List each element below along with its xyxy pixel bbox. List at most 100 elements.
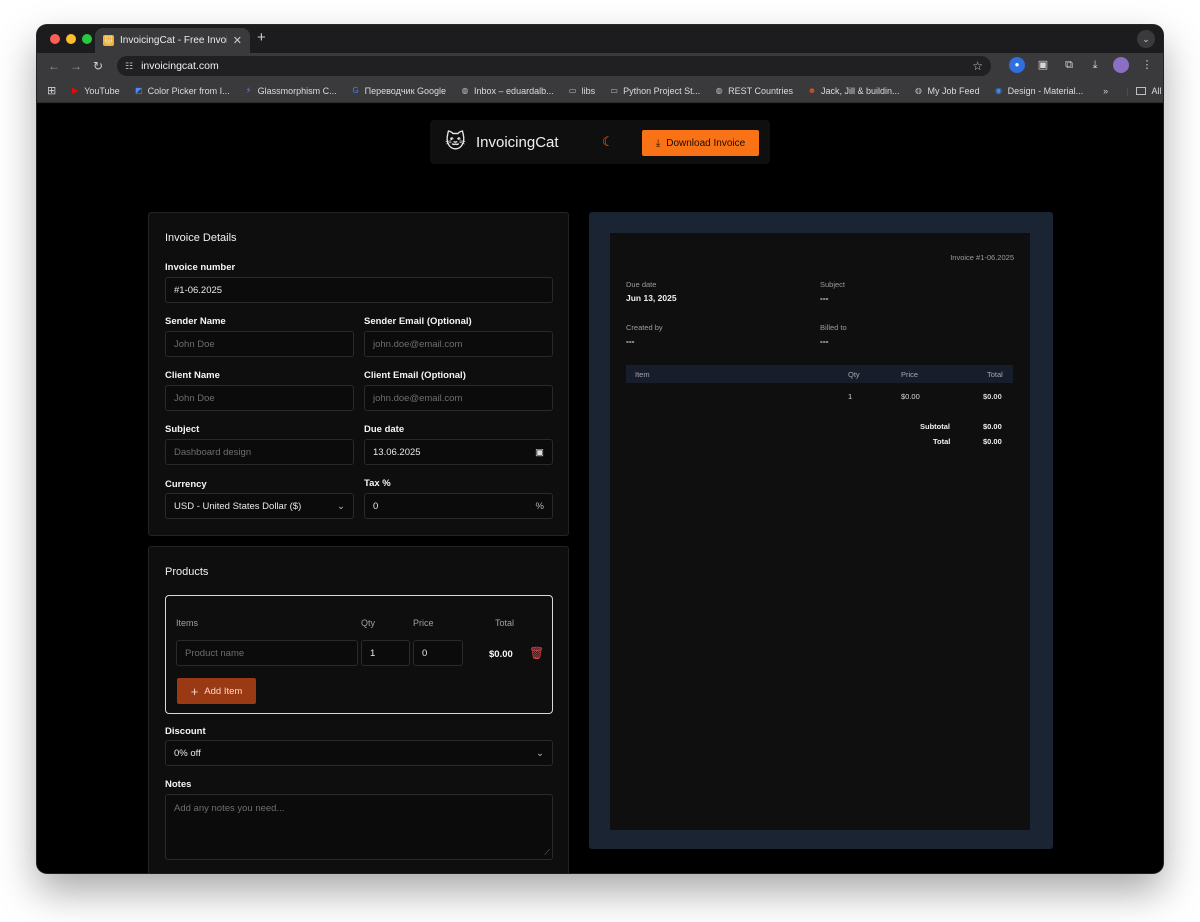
currency-label: Currency <box>165 479 207 490</box>
due-date-value: 13.06.2025 <box>373 446 421 458</box>
price-input[interactable]: 0 <box>413 640 463 666</box>
close-window-button[interactable] <box>50 34 60 44</box>
due-date-input[interactable]: 13.06.2025 ▣ <box>364 439 553 465</box>
all-bookmarks-button[interactable]: All Bookmarks <box>1136 86 1163 96</box>
subject-input[interactable]: Dashboard design <box>165 439 354 465</box>
preview-billed-to: --- <box>820 336 829 346</box>
tab-close-icon[interactable]: ✕ <box>233 34 242 47</box>
bookmark-item[interactable]: ◩ Color Picker from I... <box>134 86 230 96</box>
bookmark-item[interactable]: ⚡ Glassmorphism C... <box>244 86 337 96</box>
preview-billed-to-label: Billed to <box>820 323 847 332</box>
bookmark-item[interactable]: ▭ Python Project St... <box>609 86 700 96</box>
client-name-input[interactable]: John Doe <box>165 385 354 411</box>
theme-toggle-moon-icon[interactable]: ☾ <box>602 134 614 150</box>
bookmark-item[interactable]: ◍ My Job Feed <box>914 86 980 96</box>
download-invoice-label: Download Invoice <box>666 137 746 149</box>
cat-logo-icon: 🐱 <box>445 131 466 153</box>
notes-placeholder: Add any notes you need... <box>174 803 285 814</box>
globe-icon: ◍ <box>715 85 723 95</box>
bookmark-label: Glassmorphism C... <box>257 85 337 96</box>
preview-total: $0.00 <box>983 437 1002 446</box>
resize-handle-icon[interactable]: ⟋ <box>544 848 550 858</box>
delete-item-trash-icon[interactable]: 🗑 <box>529 646 544 660</box>
tab-strip: 🐱 InvoicingCat - Free Invoice Ge ✕ + ⌄ <box>37 25 1163 53</box>
quantity-input[interactable]: 1 <box>361 640 410 666</box>
bookmark-item[interactable]: ▭ libs <box>568 85 596 96</box>
menu-kebab-icon[interactable]: ⋮ <box>1139 57 1155 73</box>
download-icon: ⤓ <box>655 137 661 149</box>
invoice-number-label: Invoice number <box>165 262 236 273</box>
folder-icon: ▭ <box>610 85 618 95</box>
bookmark-label: Design - Material... <box>1007 85 1084 96</box>
back-arrow-icon[interactable]: ← <box>43 59 65 73</box>
chevron-down-icon: ⌄ <box>337 500 345 512</box>
apps-grid-icon[interactable]: ⊞ <box>47 85 56 97</box>
folder-icon <box>1136 86 1147 95</box>
discount-select[interactable]: 0% off ⌄ <box>165 740 553 766</box>
client-email-input[interactable]: john.doe@email.com <box>364 385 553 411</box>
plus-icon: + <box>190 683 199 699</box>
minimize-window-button[interactable] <box>66 34 76 44</box>
more-bookmarks-chevron-icon[interactable]: » <box>1103 86 1108 96</box>
calendar-icon[interactable]: ▣ <box>535 447 544 458</box>
material-icon: ◉ <box>995 85 1003 95</box>
browser-toolbar: ← → ↻ ☷ invoicingcat.com ☆ ● ▣ ⧉ ⤓ ⋮ <box>37 53 1163 79</box>
toolbar-icons: ● ▣ ⧉ ⤓ ⋮ <box>1009 57 1155 73</box>
download-invoice-button[interactable]: ⤓ Download Invoice <box>642 130 759 156</box>
puzzle-extensions-icon[interactable]: ⧉ <box>1061 57 1077 73</box>
preview-invoice-title: Invoice #1-06.2025 <box>950 253 1014 262</box>
preview-row-total: $0.00 <box>983 392 1002 401</box>
col-price-header: Price <box>413 618 434 628</box>
product-name-input[interactable]: Product name <box>176 640 358 666</box>
download-icon[interactable]: ⤓ <box>1087 57 1103 73</box>
url-text: invoicingcat.com <box>141 60 219 72</box>
app-header: 🐱 InvoicingCat ☾ ⤓ Download Invoice <box>430 120 770 164</box>
subject-label: Subject <box>165 424 200 435</box>
bookmark-label: REST Countries <box>728 85 794 96</box>
password-manager-icon[interactable]: ● <box>1009 57 1025 73</box>
bookmark-item[interactable]: G Переводчик Google <box>351 86 447 96</box>
site-settings-icon[interactable]: ☷ <box>125 61 133 72</box>
discount-value: 0% off <box>174 747 201 759</box>
browser-tab-active[interactable]: 🐱 InvoicingCat - Free Invoice Ge ✕ <box>95 28 250 53</box>
new-tab-button[interactable]: + <box>257 29 266 46</box>
bookmark-label: Python Project St... <box>623 85 701 96</box>
reload-icon[interactable]: ↻ <box>87 59 109 73</box>
extension-icon[interactable]: ▣ <box>1035 57 1051 73</box>
tab-search-chevron-icon[interactable]: ⌄ <box>1137 30 1155 48</box>
notes-textarea[interactable]: Add any notes you need... ⟋ <box>165 794 553 860</box>
bookmark-item[interactable]: ◉ Design - Material... <box>994 85 1084 96</box>
bookmark-item[interactable]: ◍ REST Countries <box>714 86 793 96</box>
globe-icon: ◍ <box>915 85 923 95</box>
currency-select[interactable]: USD - United States Dollar ($) ⌄ <box>165 493 354 519</box>
bookmark-item[interactable]: ◍ Inbox – eduardalb... <box>460 86 554 96</box>
sender-name-input[interactable]: John Doe <box>165 331 354 357</box>
sender-email-input[interactable]: john.doe@email.com <box>364 331 553 357</box>
client-name-label: Client Name <box>165 370 220 381</box>
address-bar[interactable]: ☷ invoicingcat.com ☆ <box>117 56 991 76</box>
bookmark-star-icon[interactable]: ☆ <box>972 59 983 73</box>
profile-avatar[interactable] <box>1113 57 1129 73</box>
bookmark-label: libs <box>581 85 596 96</box>
person-icon: ☻ <box>807 85 817 95</box>
preview-col-item: Item <box>635 370 650 379</box>
tax-input[interactable]: 0 % <box>364 493 553 519</box>
bookmark-label: My Job Feed <box>927 85 980 96</box>
products-panel: Products Items Qty Price Total Product n… <box>148 546 569 873</box>
add-item-label: Add Item <box>204 685 243 697</box>
sender-name-label: Sender Name <box>165 316 226 327</box>
add-item-button[interactable]: + Add Item <box>177 678 256 704</box>
preview-col-total: Total <box>987 370 1003 379</box>
preview-subject-label: Subject <box>820 280 846 289</box>
forward-arrow-icon[interactable]: → <box>65 59 87 73</box>
invoice-preview: Invoice #1-06.2025 Due date Jun 13, 2025… <box>589 212 1053 849</box>
preview-subtotal-label: Subtotal <box>920 422 950 431</box>
bookmark-item[interactable]: ☻ Jack, Jill & buildin... <box>807 86 900 96</box>
glassmorphism-icon: ⚡ <box>245 85 252 95</box>
maximize-window-button[interactable] <box>82 34 92 44</box>
bookmark-item[interactable]: ▶ YouTube <box>70 86 119 96</box>
invoice-details-title: Invoice Details <box>165 232 237 244</box>
chevron-down-icon: ⌄ <box>536 747 544 759</box>
preview-total-label: Total <box>933 437 951 446</box>
invoice-number-input[interactable]: #1-06.2025 <box>165 277 553 303</box>
